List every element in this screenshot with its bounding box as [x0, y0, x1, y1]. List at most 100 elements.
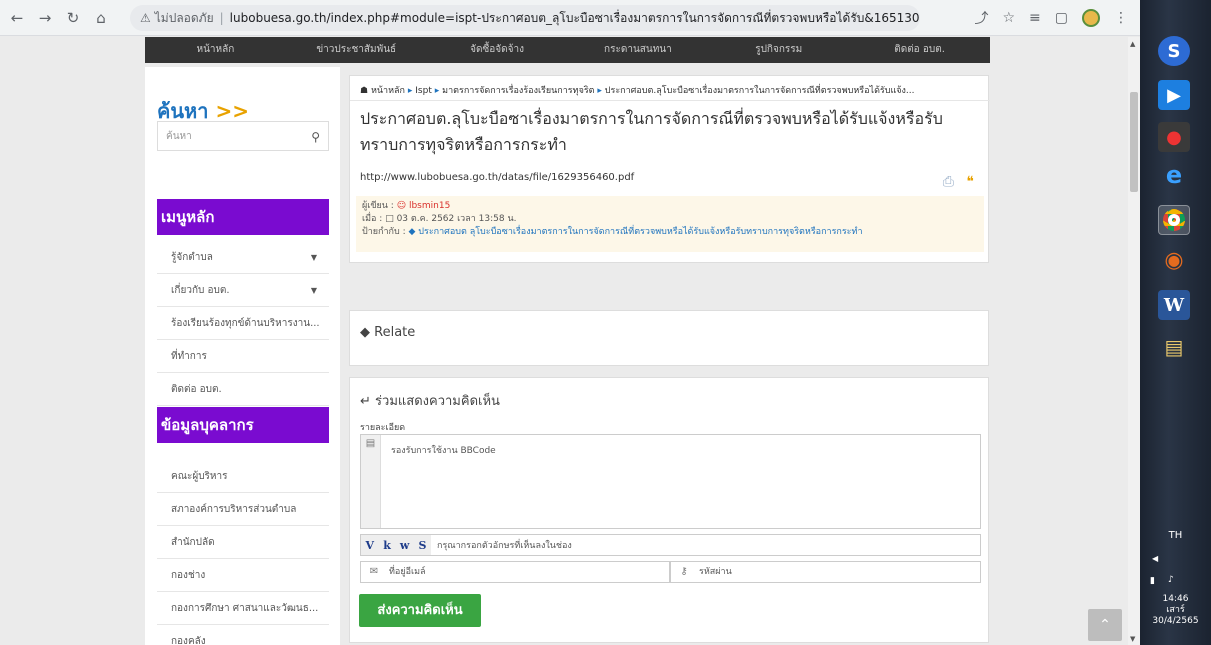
password-field[interactable]: ⚷ รหัสผ่าน	[670, 561, 981, 583]
reading-list-icon[interactable]: ≡	[1029, 10, 1041, 26]
menu-label: รู้จักตำบล	[171, 252, 213, 263]
bookmark-star-icon[interactable]: ☆	[1002, 10, 1015, 26]
author-link[interactable]: lbsmin15	[409, 201, 450, 211]
nav-news[interactable]: ข่าวประชาสัมพันธ์	[286, 37, 427, 63]
sidebar-item-executives[interactable]: คณะผู้บริหาร	[157, 460, 329, 493]
detail-label: รายละเอียด	[360, 423, 406, 433]
quote-icon[interactable]: ❝	[966, 174, 974, 190]
url-text[interactable]: lubobuesa.go.th/index.php#module=ispt-ปร…	[230, 9, 920, 28]
sidebar: ค้นหา >> ค้นหา ⚲ เมนูหลัก รู้จักตำบล ▼ เก…	[145, 67, 340, 645]
comment-title: ร่วมแสดงความคิดเห็น	[375, 394, 500, 409]
tag-link[interactable]: ประกาศอบต ลุโบะบือซาเรื่องมาตรการในการจั…	[418, 227, 862, 237]
breadcrumb-category[interactable]: มาตรการจัดการเรื่องร้องเรียนการทุจริต	[442, 86, 594, 96]
sidebar-item-finance[interactable]: กองคลัง	[157, 625, 329, 645]
back-to-top-button[interactable]: ⌃	[1088, 609, 1122, 641]
nav-gallery[interactable]: รูปกิจกรรม	[708, 37, 849, 63]
breadcrumb-home[interactable]: หน้าหลัก	[371, 86, 405, 96]
address-bar[interactable]: ⚠ ไม่ปลอดภัย | lubobuesa.go.th/index.php…	[130, 5, 920, 31]
page-viewport: หน้าหลัก ข่าวประชาสัมพันธ์ จัดซื้อจัดจ้า…	[0, 37, 1128, 645]
search-input[interactable]: ค้นหา ⚲	[157, 121, 329, 151]
menu-label: เกี่ยวกับ อบต.	[171, 285, 230, 296]
share-icon[interactable]: ⤴	[974, 8, 988, 28]
sidebar-item-engineering[interactable]: กองช่าง	[157, 559, 329, 592]
home-icon[interactable]: ☗	[360, 86, 368, 96]
internet-explorer-icon[interactable]: e	[1158, 160, 1190, 190]
pdf-link[interactable]: http://www.lubobuesa.go.th/datas/file/16…	[360, 172, 634, 183]
search-icon[interactable]: ⚲	[311, 122, 320, 152]
sidebar-item-about-subdistrict[interactable]: รู้จักตำบล ▼	[157, 241, 329, 274]
insecure-label[interactable]: ไม่ปลอดภัย	[155, 9, 214, 28]
system-clock[interactable]: 14:46 เสาร์ 30/4/2565	[1140, 594, 1211, 627]
post-meta: ผู้เขียน : ☺ lbsmin15 เมื่อ : □ 03 ต.ค. …	[356, 196, 984, 252]
tag-icon: ◆	[408, 227, 416, 237]
word-icon[interactable]: W	[1158, 290, 1190, 320]
nav-procurement[interactable]: จัดซื้อจัดจ้าง	[427, 37, 568, 63]
breadcrumb-current: ประกาศอบต.ลุโบะบือซาเรื่องมาตรการในการจั…	[604, 86, 915, 96]
game-app-icon[interactable]: ●	[1158, 122, 1190, 152]
comment-textarea[interactable]: ▤ รองรับการใช้งาน BBCode	[360, 434, 981, 529]
search-title-arrow: >>	[215, 99, 249, 123]
sidebar-item-council[interactable]: สภาองค์การบริหารส่วนตำบล	[157, 493, 329, 526]
nav-home[interactable]: หน้าหลัก	[145, 37, 286, 63]
comment-placeholder: รองรับการใช้งาน BBCode	[391, 446, 496, 456]
home-icon[interactable]: ⌂	[90, 7, 112, 29]
print-icon[interactable]: ⎙	[943, 174, 954, 190]
nav-forum[interactable]: กระดานสนทนา	[567, 37, 708, 63]
network-icon[interactable]: ▮	[1150, 576, 1155, 586]
file-explorer-icon[interactable]: ▤	[1158, 332, 1190, 362]
relate-heading: ◆ Relate	[360, 325, 415, 340]
breadcrumb-ispt[interactable]: Ispt	[415, 86, 432, 96]
menu-kebab-icon[interactable]: ⋮	[1114, 10, 1128, 26]
scroll-down-arrow-icon[interactable]: ▼	[1130, 635, 1135, 643]
captcha-placeholder: กรุณากรอกตัวอักษรที่เห็นลงในช่อง	[437, 541, 572, 551]
caret-down-icon[interactable]: ▼	[311, 241, 317, 274]
breadcrumb-arrow-icon: ▸	[407, 86, 413, 96]
document-icon: ▤	[361, 435, 381, 528]
chrome-icon[interactable]	[1158, 205, 1190, 235]
browser-actions: ⤴ ☆ ≡ ▢ ⋮	[974, 8, 1128, 28]
side-panel-icon[interactable]: ▢	[1055, 10, 1068, 26]
nav-contact[interactable]: ติดต่อ อบต.	[849, 37, 990, 63]
comment-card: ↵ ร่วมแสดงความคิดเห็น รายละเอียด ▤ รองรั…	[349, 377, 989, 643]
author-line: ผู้เขียน : ☺ lbsmin15	[362, 200, 984, 213]
volume-icon[interactable]: ♪	[1168, 575, 1174, 585]
forward-arrow-icon[interactable]: →	[34, 7, 56, 29]
sidebar-item-about-org[interactable]: เกี่ยวกับ อบต. ▼	[157, 274, 329, 307]
sidebar-item-contact[interactable]: ติดต่อ อบต.	[157, 373, 329, 406]
post-date: 03 ต.ค. 2562 เวลา 13:58 น.	[396, 214, 517, 224]
sidebar-item-education[interactable]: กองการศึกษา ศาสนาและวัฒนธ...	[157, 592, 329, 625]
firefox-icon[interactable]: ◉	[1158, 245, 1190, 275]
search-placeholder: ค้นหา	[166, 131, 192, 142]
address-separator: |	[219, 11, 224, 25]
sidebar-item-office[interactable]: ที่ทำการ	[157, 340, 329, 373]
page-scrollbar[interactable]: ▲ ▼	[1128, 37, 1140, 645]
submit-comment-button[interactable]: ส่งความคิดเห็น	[359, 594, 481, 627]
tray-expand-icon[interactable]: ◀	[1152, 554, 1158, 563]
scroll-thumb[interactable]	[1130, 92, 1138, 192]
user-icon: ☺	[396, 201, 407, 211]
language-indicator[interactable]: TH	[1140, 530, 1211, 541]
back-arrow-icon[interactable]: ←	[6, 7, 28, 29]
warning-icon[interactable]: ⚠	[140, 11, 151, 25]
media-player-icon[interactable]: ▶	[1158, 80, 1190, 110]
scroll-up-arrow-icon[interactable]: ▲	[1130, 40, 1135, 48]
sidebar-item-clerk-office[interactable]: สำนักปลัด	[157, 526, 329, 559]
main-menu-list: รู้จักตำบล ▼ เกี่ยวกับ อบต. ▼ ร้องเรียนร้อ…	[157, 241, 329, 406]
breadcrumb-arrow-icon: ▸	[434, 86, 440, 96]
app-s-icon[interactable]: S	[1158, 36, 1190, 66]
date-label: เมื่อ :	[362, 214, 383, 224]
personnel-list: คณะผู้บริหาร สภาองค์การบริหารส่วนตำบล สำ…	[157, 460, 329, 645]
caret-down-icon[interactable]: ▼	[311, 274, 317, 307]
comment-heading: ↵ ร่วมแสดงความคิดเห็น	[360, 390, 500, 411]
page-title: ประกาศอบต.ลุโบะบือซาเรื่องมาตรการในการจั…	[360, 109, 943, 154]
profile-avatar[interactable]	[1082, 9, 1100, 27]
captcha-field[interactable]: V k w S กรุณากรอกตัวอักษรที่เห็นลงในช่อง	[360, 534, 981, 556]
top-navigation: หน้าหลัก ข่าวประชาสัมพันธ์ จัดซื้อจัดจ้า…	[145, 37, 990, 63]
windows-taskbar: S ▶ ● e ◉ W ▤ TH ◀ ▮ ♪ 14:46 เสาร์ 30/4/…	[1140, 0, 1211, 645]
captcha-char: V	[365, 538, 375, 552]
reload-icon[interactable]: ↻	[62, 7, 84, 29]
sidebar-item-complaints[interactable]: ร้องเรียนร้องทุกข์ด้านบริหารงาน...	[157, 307, 329, 340]
post-card: ☗ หน้าหลัก ▸ Ispt ▸ มาตรการจัดการเรื่องร…	[349, 75, 990, 263]
email-field[interactable]: ✉ ที่อยู่อีเมล์	[360, 561, 670, 583]
clock-time: 14:46	[1162, 594, 1189, 604]
